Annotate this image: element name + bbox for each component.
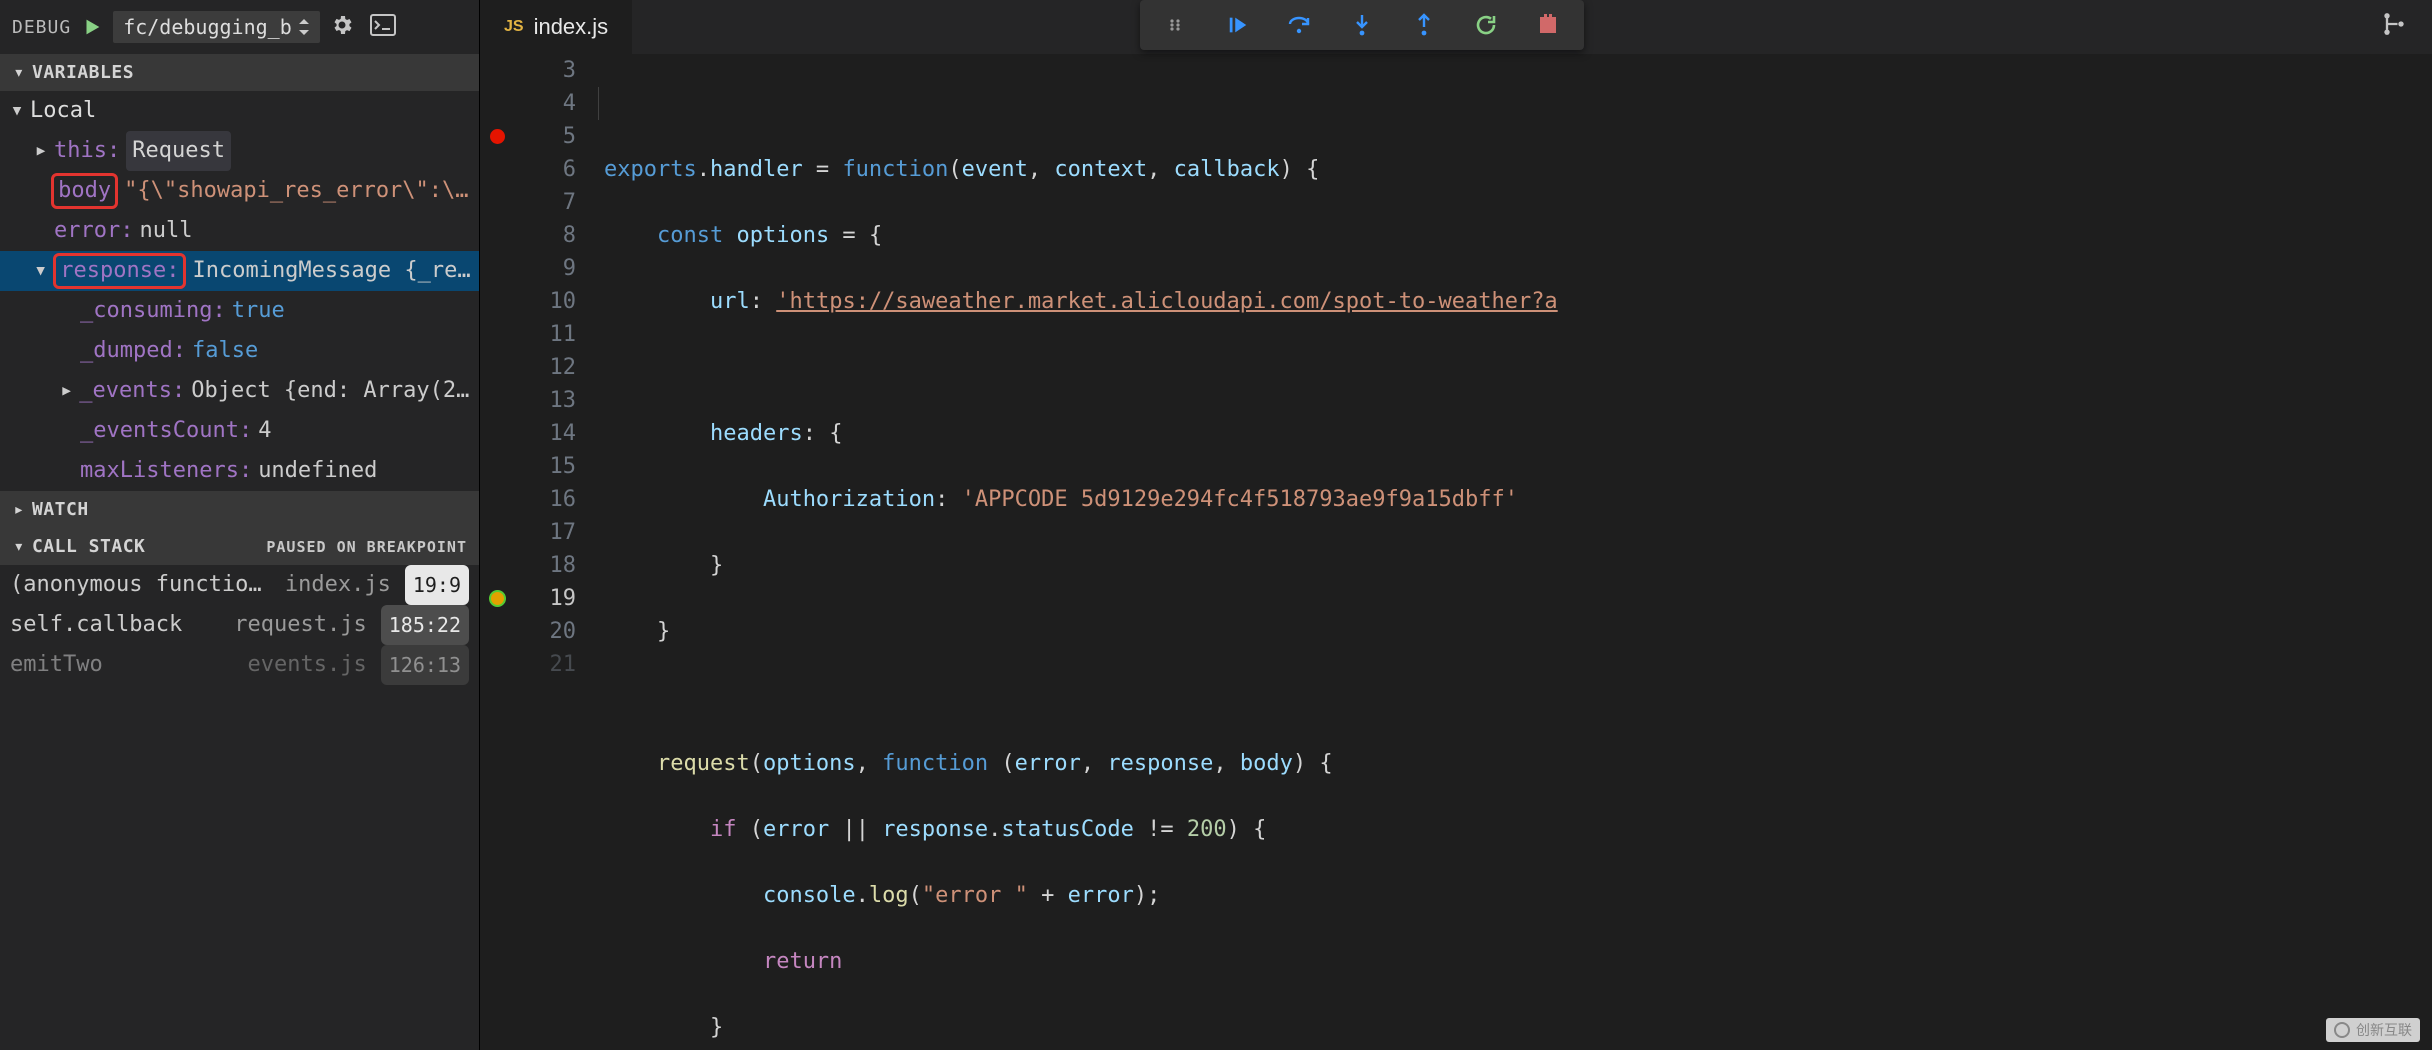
breakpoint-icon[interactable] bbox=[490, 129, 505, 144]
debug-toolbar bbox=[1140, 0, 1584, 50]
line-number-gutter: 3 4 5 6 7 8 9 10 11 12 13 14 15 16 17 18… bbox=[480, 54, 598, 1050]
callstack-frame[interactable]: (anonymous function) index.js 19:9 bbox=[0, 565, 479, 605]
debug-config-select[interactable]: fc/debugging_b bbox=[113, 11, 320, 43]
stop-icon[interactable] bbox=[1534, 11, 1562, 39]
editor-tab-index-js[interactable]: JS index.js bbox=[480, 0, 632, 54]
step-into-icon[interactable] bbox=[1348, 11, 1376, 39]
chevron-down-icon: ▾ bbox=[12, 62, 26, 83]
editor-area: JS index.js 3 4 5 6 7 bbox=[480, 0, 2432, 1050]
callstack-list: (anonymous function) index.js 19:9 self.… bbox=[0, 565, 479, 1050]
chevron-right-icon: ▸ bbox=[34, 131, 48, 171]
chevron-down-icon: ▾ bbox=[34, 251, 47, 291]
variables-tree: ▾ Local ▸ this: Request body "{\"showapi… bbox=[0, 91, 479, 491]
gear-icon[interactable] bbox=[330, 13, 354, 42]
section-variables-header[interactable]: ▾ VARIABLES bbox=[0, 54, 479, 91]
editor-header: JS index.js bbox=[480, 0, 2432, 54]
continue-icon[interactable] bbox=[1224, 11, 1252, 39]
chevron-down-icon: ▾ bbox=[12, 536, 26, 557]
var-response-name: response: bbox=[53, 253, 186, 289]
var-events[interactable]: ▸ _events: Object {end: Array(2), … bbox=[0, 371, 479, 411]
callstack-frame[interactable]: emitTwo events.js 126:13 bbox=[0, 645, 479, 685]
var-error-value: null bbox=[139, 211, 192, 251]
var-response[interactable]: ▾ response: IncomingMessage {_reada… bbox=[0, 251, 479, 291]
code-content[interactable]: exports.handler = function(event, contex… bbox=[598, 54, 2432, 1050]
var-this-value: Request bbox=[126, 131, 231, 171]
section-callstack-header[interactable]: ▾ CALL STACK PAUSED ON BREAKPOINT bbox=[0, 528, 479, 565]
source-control-icon[interactable] bbox=[2380, 10, 2408, 43]
var-dumped[interactable]: _dumped: false bbox=[0, 331, 479, 371]
debug-title: DEBUG bbox=[12, 17, 71, 38]
chevron-down-icon: ▾ bbox=[10, 91, 24, 131]
callstack-frame[interactable]: self.callback request.js 185:22 bbox=[0, 605, 479, 645]
var-body-value: "{\"showapi_res_error\":\"\",\"s… bbox=[124, 171, 473, 211]
breakpoint-conditional-icon[interactable] bbox=[490, 591, 505, 606]
var-max-listeners[interactable]: maxListeners: undefined bbox=[0, 451, 479, 491]
var-consuming[interactable]: _consuming: true bbox=[0, 291, 479, 331]
scope-local[interactable]: ▾ Local bbox=[0, 91, 479, 131]
section-variables-title: VARIABLES bbox=[32, 62, 134, 83]
js-file-icon: JS bbox=[504, 18, 524, 36]
debug-header: DEBUG fc/debugging_b bbox=[0, 0, 479, 54]
debug-sidebar: DEBUG fc/debugging_b ▾ VARIABLES ▾ Loc bbox=[0, 0, 480, 1050]
section-watch-title: WATCH bbox=[32, 499, 89, 520]
start-debug-icon[interactable] bbox=[81, 16, 103, 38]
step-over-icon[interactable] bbox=[1286, 11, 1314, 39]
section-callstack-title: CALL STACK bbox=[32, 536, 145, 557]
debug-config-name: fc/debugging_b bbox=[123, 15, 292, 39]
code-editor[interactable]: 3 4 5 6 7 8 9 10 11 12 13 14 15 16 17 18… bbox=[480, 54, 2432, 1050]
scope-label: Local bbox=[30, 91, 96, 131]
var-body-name: body bbox=[51, 173, 118, 209]
chevron-right-icon: ▸ bbox=[12, 499, 26, 520]
tab-filename: index.js bbox=[534, 14, 609, 40]
var-response-value: IncomingMessage {_reada… bbox=[192, 251, 473, 291]
drag-handle-icon[interactable] bbox=[1162, 11, 1190, 39]
var-events-count[interactable]: _eventsCount: 4 bbox=[0, 411, 479, 451]
step-out-icon[interactable] bbox=[1410, 11, 1438, 39]
debug-console-icon[interactable] bbox=[370, 14, 396, 41]
var-body[interactable]: body "{\"showapi_res_error\":\"\",\"s… bbox=[0, 171, 479, 211]
restart-icon[interactable] bbox=[1472, 11, 1500, 39]
chevron-right-icon: ▸ bbox=[60, 371, 73, 411]
section-watch-header[interactable]: ▸ WATCH bbox=[0, 491, 479, 528]
var-this[interactable]: ▸ this: Request bbox=[0, 131, 479, 171]
var-error[interactable]: error: null bbox=[0, 211, 479, 251]
watermark: 创新互联 bbox=[2326, 1018, 2420, 1042]
watermark-icon bbox=[2334, 1022, 2350, 1038]
callstack-status: PAUSED ON BREAKPOINT bbox=[266, 538, 467, 556]
